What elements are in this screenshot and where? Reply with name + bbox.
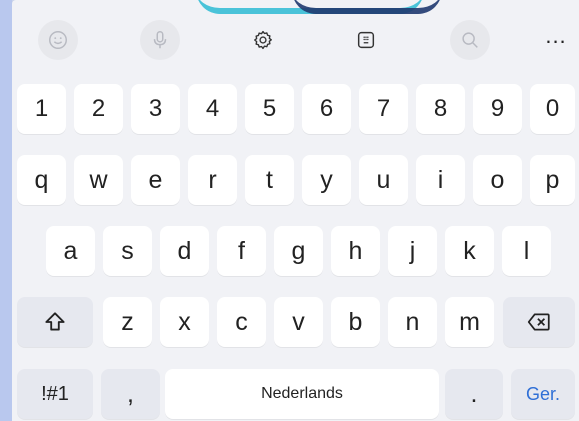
key-n[interactable]: n [388,297,437,347]
key-t[interactable]: t [245,155,294,205]
key-b[interactable]: b [331,297,380,347]
key-r[interactable]: r [188,155,237,205]
key-o[interactable]: o [473,155,522,205]
microphone-icon [153,31,167,49]
clipboard-icon [357,31,375,49]
key-2[interactable]: 2 [74,84,123,134]
key-w[interactable]: w [74,155,123,205]
search-icon [462,32,478,48]
background-strip [0,0,12,421]
period-key[interactable]: . [445,369,503,419]
keyboard-toolbar: ... [12,18,579,60]
emoji-button[interactable] [38,20,78,60]
settings-icon [254,30,272,50]
key-p[interactable]: p [530,155,575,205]
comma-key[interactable]: , [101,369,160,419]
key-v[interactable]: v [274,297,323,347]
key-c[interactable]: c [217,297,266,347]
key-a[interactable]: a [46,226,95,276]
key-i[interactable]: i [416,155,465,205]
key-j[interactable]: j [388,226,437,276]
key-x[interactable]: x [160,297,209,347]
key-9[interactable]: 9 [473,84,522,134]
key-s[interactable]: s [103,226,152,276]
more-button[interactable]: ... [536,20,576,60]
space-key[interactable]: Nederlands [165,369,439,419]
enter-key[interactable]: Ger. [511,369,575,419]
backspace-icon [527,313,550,331]
emoji-icon [49,31,67,49]
settings-button[interactable] [243,20,283,60]
clipboard-button[interactable] [346,20,386,60]
search-button[interactable] [450,20,490,60]
key-3[interactable]: 3 [131,84,180,134]
key-7[interactable]: 7 [359,84,408,134]
key-5[interactable]: 5 [245,84,294,134]
key-d[interactable]: d [160,226,209,276]
key-m[interactable]: m [445,297,494,347]
key-k[interactable]: k [445,226,494,276]
more-icon: ... [545,23,567,48]
decorative-arc-dark [292,0,442,14]
symbols-key[interactable]: !#1 [17,369,93,419]
key-6[interactable]: 6 [302,84,351,134]
key-h[interactable]: h [331,226,380,276]
key-8[interactable]: 8 [416,84,465,134]
key-f[interactable]: f [217,226,266,276]
key-u[interactable]: u [359,155,408,205]
keyboard: ... 1 2 3 4 5 6 7 8 9 0 q w e r t y u i … [12,0,579,421]
key-q[interactable]: q [17,155,66,205]
voice-input-button[interactable] [140,20,180,60]
key-4[interactable]: 4 [188,84,237,134]
key-l[interactable]: l [502,226,551,276]
key-e[interactable]: e [131,155,180,205]
key-y[interactable]: y [302,155,351,205]
key-1[interactable]: 1 [17,84,66,134]
key-g[interactable]: g [274,226,323,276]
backspace-key[interactable] [503,297,575,347]
shift-key[interactable] [17,297,93,347]
key-z[interactable]: z [103,297,152,347]
key-0[interactable]: 0 [530,84,575,134]
shift-icon [45,312,65,331]
